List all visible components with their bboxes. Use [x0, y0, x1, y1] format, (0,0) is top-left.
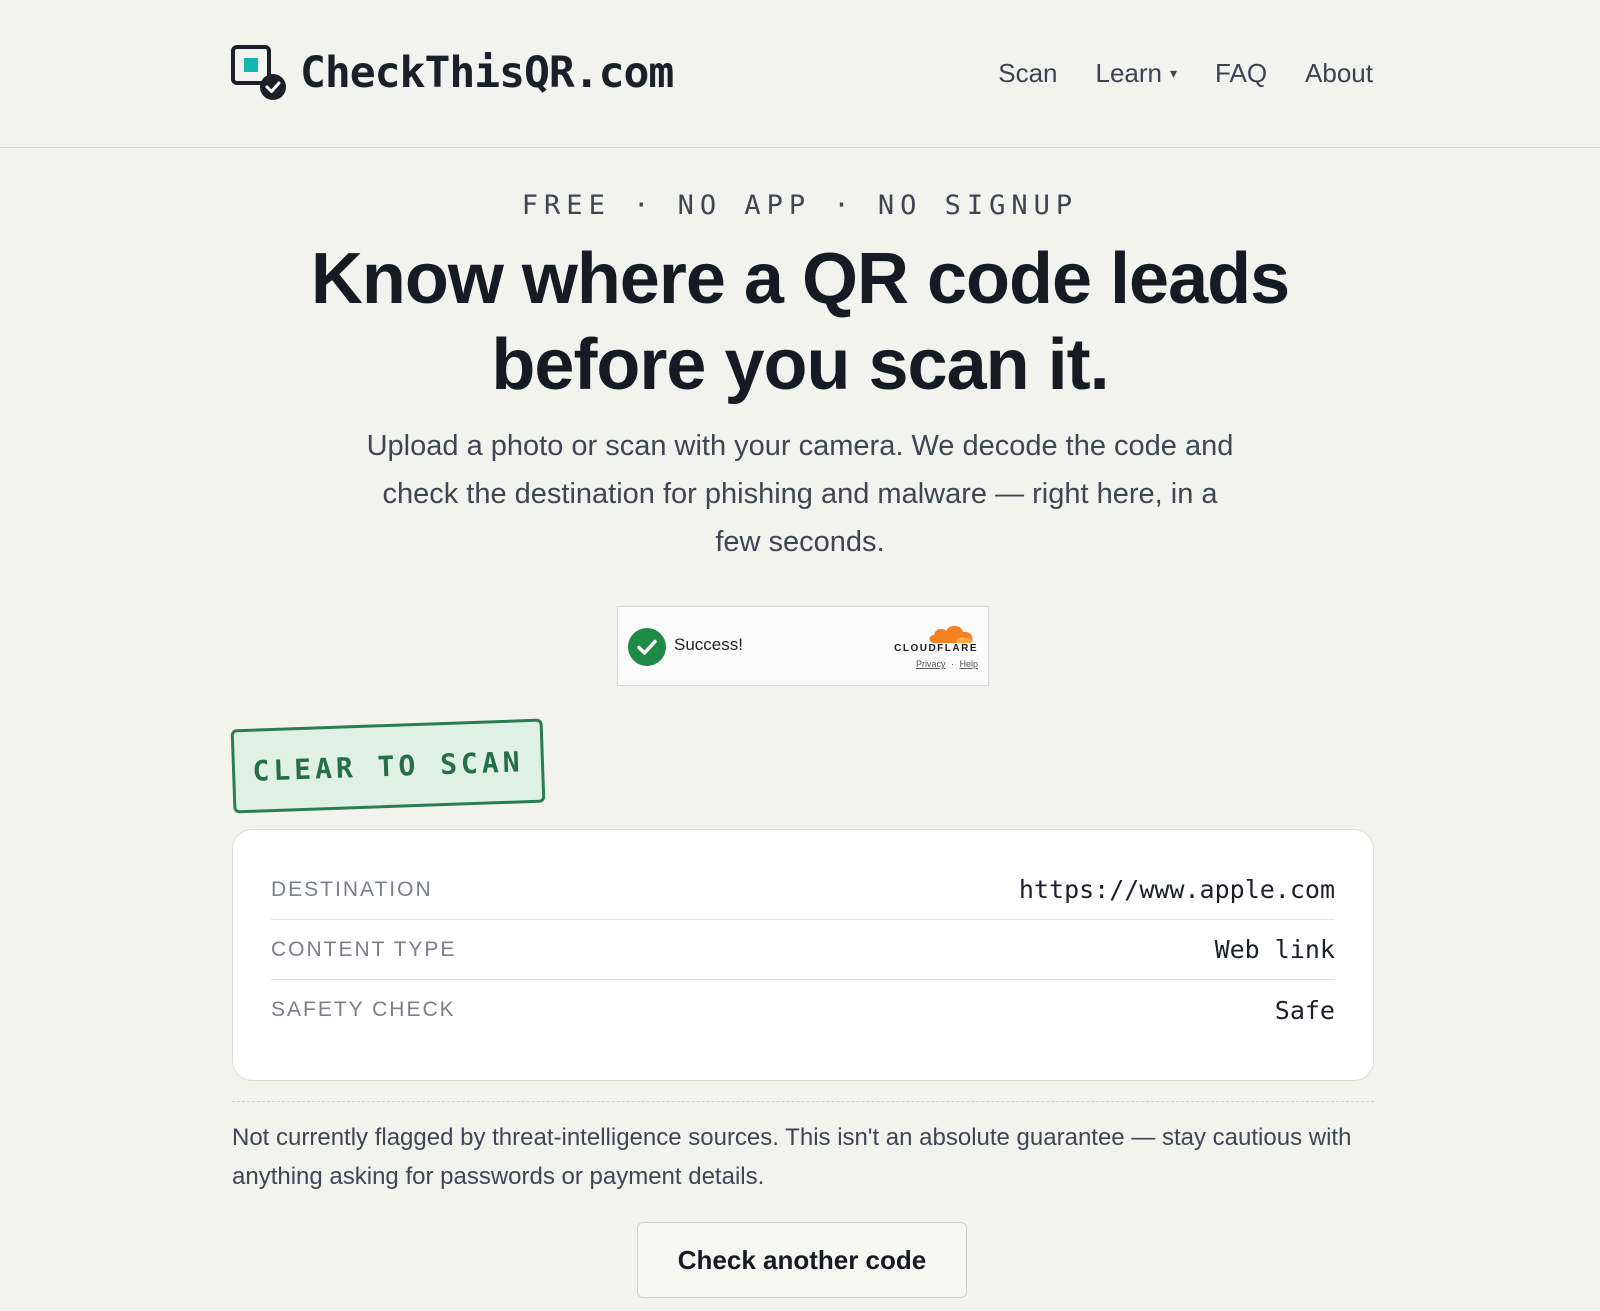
site-header: CheckThisQR.com Scan Learn ▾ FAQ About — [0, 0, 1600, 148]
captcha-status: Success! — [674, 635, 743, 654]
cloud-icon — [929, 625, 973, 643]
destination-value: https://www.apple.com — [1018, 875, 1335, 904]
nav-about[interactable]: About — [1305, 52, 1373, 94]
result-row-safety: SAFETY CHECK Safe — [271, 980, 1335, 1040]
headline-line-1: Know where a QR code leads — [310, 239, 1290, 319]
safety-check-value: Safe — [1274, 995, 1335, 1025]
result-row-content-type: CONTENT TYPE Web link — [271, 920, 1335, 980]
content-type-label: CONTENT TYPE — [271, 937, 457, 961]
help-link[interactable]: Help — [959, 659, 978, 669]
destination-label: DESTINATION — [271, 877, 433, 901]
clear-to-scan-stamp: CLEAR TO SCAN — [230, 718, 546, 814]
captcha-widget: Success! CLOUDFLARE Privacy · Help — [617, 606, 989, 686]
safety-note: Not currently flagged by threat-intellig… — [232, 1124, 1352, 1190]
dashed-divider — [232, 1101, 1374, 1102]
cloudflare-wordmark: CLOUDFLARE — [894, 643, 978, 654]
qr-check-icon — [230, 44, 288, 102]
headline-line-2: before you scan it. — [491, 325, 1109, 405]
captcha-links: Privacy · Help — [916, 659, 978, 669]
cloudflare-logo: CLOUDFLARE Privacy · Help — [883, 621, 978, 673]
nav-faq[interactable]: FAQ — [1215, 52, 1267, 94]
brand-name: CheckThisQR.com — [300, 48, 674, 98]
hero-headline: Know where a QR code leads before you sc… — [0, 236, 1600, 408]
nav-learn[interactable]: Learn ▾ — [1096, 52, 1178, 94]
privacy-link[interactable]: Privacy — [916, 659, 946, 669]
result-card: DESTINATION https://www.apple.com CONTEN… — [232, 829, 1374, 1081]
nav-learn-label: Learn — [1095, 58, 1163, 88]
chevron-down-icon: ▾ — [1170, 65, 1178, 81]
brand-link[interactable]: CheckThisQR.com — [230, 44, 674, 102]
safety-check-label: SAFETY CHECK — [271, 998, 456, 1021]
nav-scan[interactable]: Scan — [998, 52, 1057, 94]
success-check-icon — [628, 628, 666, 666]
content-type-value: Web link — [1214, 935, 1335, 964]
main-nav: Scan Learn ▾ FAQ About — [998, 52, 1373, 94]
link-separator: · — [950, 659, 954, 669]
hero-eyebrow: FREE · NO APP · NO SIGNUP — [521, 190, 1079, 221]
hero-subhead: Upload a photo or scan with your camera.… — [366, 430, 1234, 558]
check-another-code-button[interactable]: Check another code — [637, 1222, 967, 1298]
result-row-destination: DESTINATION https://www.apple.com — [271, 860, 1335, 920]
